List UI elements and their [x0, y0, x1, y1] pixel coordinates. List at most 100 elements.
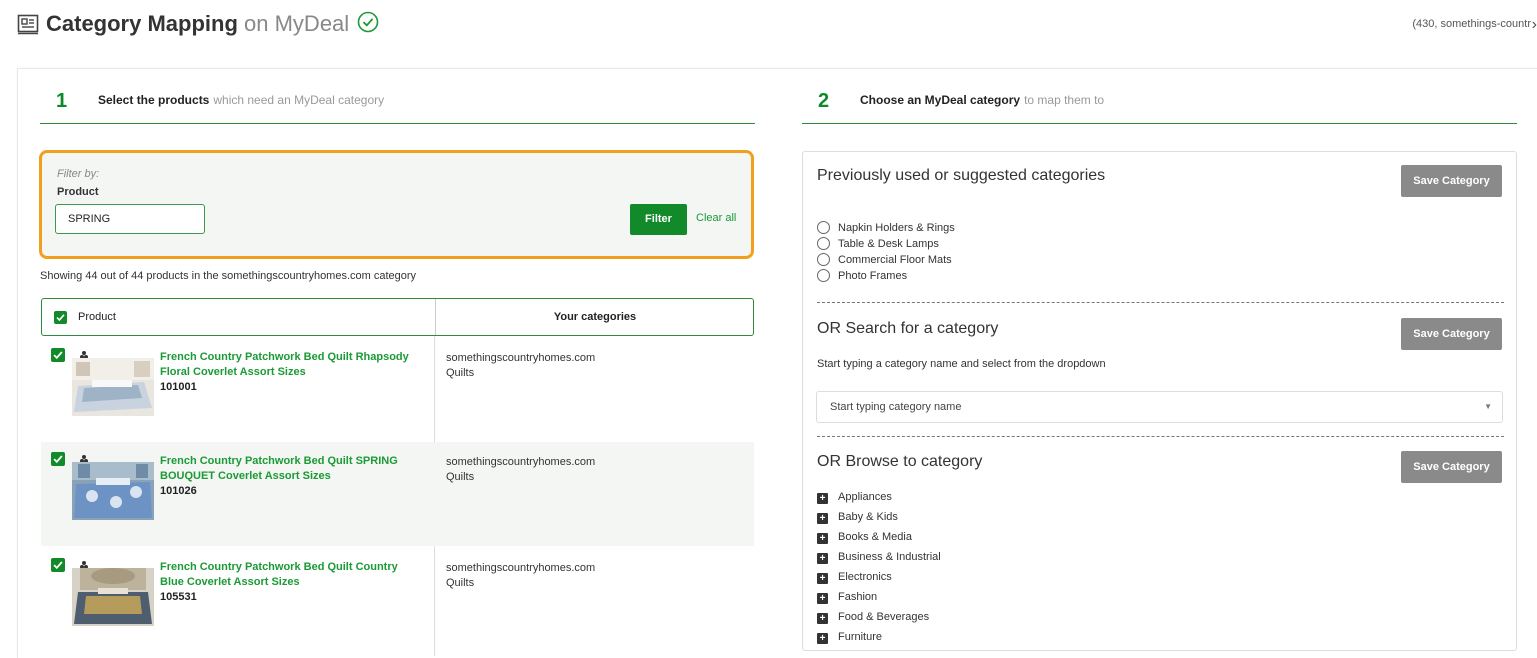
expand-plus-icon[interactable]: +	[817, 613, 828, 624]
shop-category: Quilts	[446, 367, 475, 379]
product-name-link[interactable]: French Country Patchwork Bed Quilt SPRIN…	[160, 454, 410, 484]
browse-category-label: Electronics	[838, 571, 892, 583]
browse-category-item[interactable]: + Business & Industrial	[817, 551, 941, 564]
product-filter-input[interactable]: SPRING	[55, 204, 205, 234]
checkmark-icon	[53, 561, 63, 570]
product-sku: 101026	[160, 485, 197, 497]
page-title-target: on MyDeal	[237, 11, 350, 36]
category-mapping-icon	[17, 14, 39, 35]
checkmark-icon	[53, 351, 63, 360]
expand-plus-icon[interactable]: +	[817, 633, 828, 644]
suggested-categories-title: Previously used or suggested categories	[817, 167, 1106, 184]
dropdown-arrow-icon: ▼	[1484, 402, 1492, 411]
select-all-checkbox[interactable]	[54, 311, 67, 324]
save-category-button[interactable]: Save Category	[1401, 318, 1502, 350]
page-title: Category Mapping on MyDeal	[46, 10, 379, 38]
radio-button[interactable]	[817, 253, 830, 266]
save-category-button[interactable]: Save Category	[1401, 165, 1502, 197]
browse-category-item[interactable]: + Furniture	[817, 631, 882, 644]
category-search-placeholder: Start typing category name	[830, 401, 962, 413]
step-2-header: 2 Choose an MyDeal category to map them to	[802, 90, 1517, 124]
option-label: Photo Frames	[838, 270, 908, 282]
product-categories: somethingscountryhomes.com Quilts	[446, 351, 595, 381]
chevron-right-icon[interactable]: ›	[1532, 16, 1537, 34]
expand-plus-icon[interactable]: +	[817, 493, 828, 504]
browse-category-title: OR Browse to category	[817, 453, 983, 470]
browse-category-item[interactable]: + Food & Beverages	[817, 611, 929, 624]
browse-category-label: Appliances	[838, 491, 892, 503]
suggested-category-option[interactable]: Commercial Floor Mats	[817, 253, 952, 269]
browse-category-item[interactable]: + Baby & Kids	[817, 511, 898, 524]
shop-category: Quilts	[446, 471, 475, 483]
product-filter-label: Product	[57, 186, 99, 198]
option-label: Napkin Holders & Rings	[838, 222, 955, 234]
row-checkbox[interactable]	[51, 452, 65, 466]
save-category-button[interactable]: Save Category	[1401, 451, 1502, 483]
browse-category-item[interactable]: + Fashion	[817, 591, 877, 604]
product-thumbnail[interactable]	[72, 568, 154, 626]
table-row: French Country Patchwork Bed Quilt Rhaps…	[41, 338, 754, 442]
suggested-category-option[interactable]: Napkin Holders & Rings	[817, 221, 955, 237]
option-label: Commercial Floor Mats	[838, 254, 952, 266]
radio-button[interactable]	[817, 237, 830, 250]
filter-button[interactable]: Filter	[630, 204, 687, 235]
step-label: Select the products	[98, 93, 210, 107]
option-label: Table & Desk Lamps	[838, 238, 939, 250]
browse-category-label: Food & Beverages	[838, 611, 930, 623]
browse-category-label: Business & Industrial	[838, 551, 941, 563]
search-hint: Start typing a category name and select …	[817, 358, 1106, 370]
expand-plus-icon[interactable]: +	[817, 513, 828, 524]
product-sku: 101001	[160, 381, 197, 393]
account-info: (430, somethings-countr	[1412, 18, 1531, 30]
table-row: French Country Patchwork Bed Quilt Count…	[41, 548, 754, 652]
product-thumbnail[interactable]	[72, 358, 154, 416]
step-number: 1	[56, 90, 68, 112]
filter-panel: Filter by: Product SPRING Filter Clear a…	[39, 150, 754, 259]
product-thumbnail[interactable]	[72, 462, 154, 520]
clear-all-link[interactable]: Clear all	[696, 212, 736, 224]
search-category-title: OR Search for a category	[817, 320, 999, 337]
browse-category-label: Baby & Kids	[838, 511, 898, 523]
checkmark-icon	[56, 314, 65, 322]
browse-category-label: Fashion	[838, 591, 878, 603]
filter-by-label: Filter by:	[57, 168, 100, 180]
page-title-bold: Category Mapping	[46, 11, 238, 36]
step-sub: which need an MyDeal category	[213, 93, 385, 107]
browse-category-item[interactable]: + Books & Media	[817, 531, 912, 544]
shop-name: somethingscountryhomes.com	[446, 352, 596, 364]
shop-name: somethingscountryhomes.com	[446, 456, 596, 468]
suggested-category-option[interactable]: Table & Desk Lamps	[817, 237, 939, 253]
product-categories: somethingscountryhomes.com Quilts	[446, 561, 595, 591]
expand-plus-icon[interactable]: +	[817, 573, 828, 584]
product-sku: 105531	[160, 591, 197, 603]
page-header: Category Mapping on MyDeal (430, somethi…	[0, 0, 1537, 50]
step-sub: to map them to	[1024, 93, 1105, 107]
radio-button[interactable]	[817, 269, 830, 282]
section-divider	[817, 302, 1504, 303]
checkmark-icon	[53, 455, 63, 464]
step-number: 2	[818, 90, 830, 112]
category-search-select[interactable]: Start typing category name ▼	[816, 391, 1503, 423]
row-checkbox[interactable]	[51, 558, 65, 572]
row-checkbox[interactable]	[51, 348, 65, 362]
column-header-product: Product	[78, 311, 116, 323]
shop-name: somethingscountryhomes.com	[446, 562, 596, 574]
step-1-header: 1 Select the products which need an MyDeal…	[40, 90, 755, 124]
radio-button[interactable]	[817, 221, 830, 234]
results-count: Showing 44 out of 44 products in the som…	[40, 270, 417, 282]
step-label: Choose an MyDeal category	[860, 93, 1021, 107]
check-circle-icon	[358, 11, 379, 33]
shop-category: Quilts	[446, 577, 475, 589]
product-name-link[interactable]: French Country Patchwork Bed Quilt Count…	[160, 560, 410, 590]
product-table-header: Product Your categories	[41, 298, 754, 336]
product-categories: somethingscountryhomes.com Quilts	[446, 455, 595, 485]
product-name-link[interactable]: French Country Patchwork Bed Quilt Rhaps…	[160, 350, 410, 380]
suggested-category-option[interactable]: Photo Frames	[817, 269, 907, 285]
category-chooser-panel: Previously used or suggested categories …	[802, 151, 1517, 651]
expand-plus-icon[interactable]: +	[817, 553, 828, 564]
expand-plus-icon[interactable]: +	[817, 593, 828, 604]
expand-plus-icon[interactable]: +	[817, 533, 828, 544]
browse-category-item[interactable]: + Appliances	[817, 491, 892, 504]
browse-category-item[interactable]: + Electronics	[817, 571, 892, 584]
browse-category-label: Furniture	[838, 631, 883, 643]
